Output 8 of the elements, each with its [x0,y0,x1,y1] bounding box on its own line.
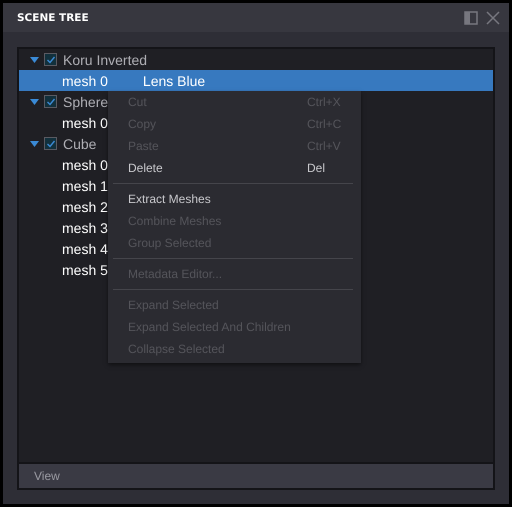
node-label: Sphere [63,94,108,110]
view-label: View [34,469,60,483]
node-label: Cube [63,136,96,152]
material-label: Lens Blue [142,72,206,88]
node-label: Koru Inverted [63,52,148,68]
mesh-label: mesh 1 [62,178,108,194]
window-title: SCENE TREE [17,12,90,24]
mesh-label: mesh 0 [62,72,108,88]
